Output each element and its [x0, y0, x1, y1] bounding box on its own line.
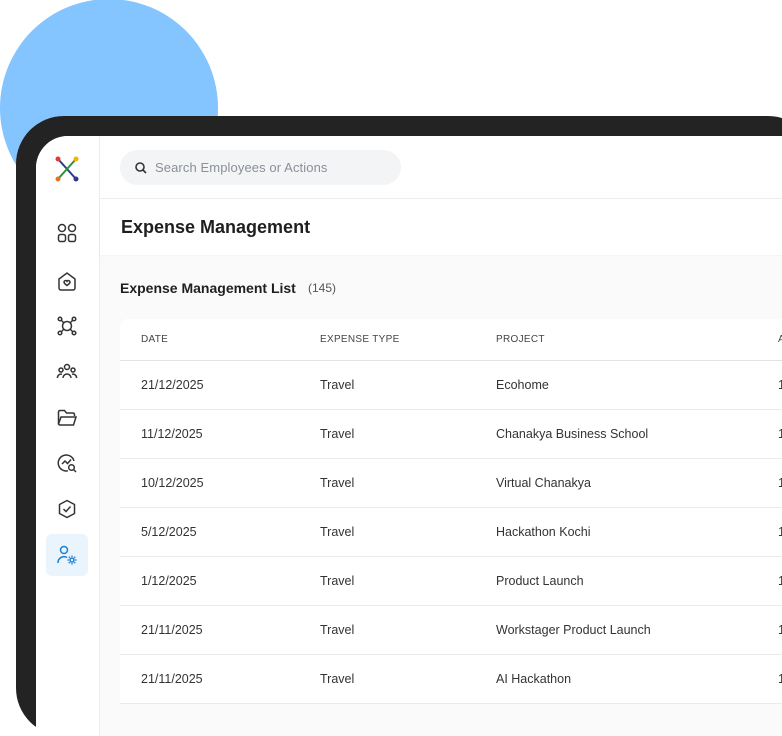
- cell-expense-type: Travel: [320, 623, 355, 637]
- cell-expense-type: Travel: [320, 378, 355, 392]
- home-heart-icon: [58, 272, 76, 291]
- cell-date: 11/12/2025: [141, 427, 203, 441]
- list-count: (145): [308, 281, 337, 295]
- search-icon: [135, 162, 147, 174]
- cell-project: Product Launch: [496, 574, 584, 588]
- main-content: Expense Management List (145) DATE EXPEN…: [100, 256, 782, 736]
- table-row[interactable]: 1/12/2025 Travel Product Launch 1: [120, 557, 782, 606]
- cell-expense-type: Travel: [320, 672, 355, 686]
- cell-expense-type: Travel: [320, 476, 355, 490]
- table-row[interactable]: 21/11/2025 Travel Workstager Product Lau…: [120, 606, 782, 655]
- topbar: Search Employees or Actions: [100, 136, 782, 199]
- cell-project: AI Hackathon: [496, 672, 572, 686]
- cell-amount: 1: [778, 378, 782, 392]
- sidebar-item-analytics[interactable]: [46, 442, 88, 484]
- page-title: Expense Management: [121, 217, 311, 237]
- table-row[interactable]: 21/11/2025 Travel AI Hackathon 1: [120, 655, 782, 704]
- app-screen: Search Employees or Actions Expense Mana…: [36, 136, 782, 736]
- cell-date: 10/12/2025: [141, 476, 204, 490]
- cell-expense-type: Travel: [320, 525, 355, 539]
- sidebar-item-approvals[interactable]: [46, 488, 88, 530]
- cell-date: 5/12/2025: [141, 525, 197, 539]
- user-settings-icon: [57, 545, 77, 565]
- sidebar-item-network[interactable]: [46, 305, 88, 347]
- search-input[interactable]: Search Employees or Actions: [120, 150, 401, 185]
- search-placeholder: Search Employees or Actions: [155, 160, 328, 175]
- sidebar-item-wellbeing[interactable]: [46, 260, 88, 302]
- cell-project: Chanakya Business School: [496, 427, 649, 441]
- sidebar-item-team[interactable]: [46, 351, 88, 393]
- column-header-amount[interactable]: A: [778, 334, 782, 345]
- cell-date: 1/12/2025: [141, 574, 197, 588]
- sidebar-item-user-settings[interactable]: [46, 534, 88, 576]
- column-header-date[interactable]: DATE: [141, 334, 168, 345]
- table-row[interactable]: 11/12/2025 Travel Chanakya Business Scho…: [120, 410, 782, 459]
- table-row[interactable]: 21/12/2025 Travel Ecohome 1: [120, 361, 782, 410]
- cell-amount: 1: [778, 427, 782, 441]
- sidebar-item-dashboard[interactable]: [46, 212, 88, 254]
- page-header: Expense Management: [100, 199, 782, 255]
- cell-expense-type: Travel: [320, 427, 355, 441]
- table-header: DATE EXPENSE TYPE PROJECT A: [120, 319, 782, 361]
- cell-expense-type: Travel: [320, 574, 355, 588]
- cell-amount: 1: [778, 574, 782, 588]
- network-icon: [57, 316, 77, 336]
- cell-project: Hackathon Kochi: [496, 525, 591, 539]
- table-row[interactable]: 10/12/2025 Travel Virtual Chanakya 1: [120, 459, 782, 508]
- analytics-icon: [57, 454, 77, 473]
- column-header-project[interactable]: PROJECT: [496, 334, 545, 345]
- app-logo[interactable]: [55, 156, 79, 182]
- cell-project: Virtual Chanakya: [496, 476, 591, 490]
- sidebar: [36, 136, 100, 736]
- expense-table: DATE EXPENSE TYPE PROJECT A 21/12/2025 T…: [120, 319, 782, 704]
- list-title: Expense Management List: [120, 280, 296, 296]
- cell-amount: 1: [778, 672, 782, 686]
- team-icon: [56, 363, 78, 379]
- cell-amount: 1: [778, 525, 782, 539]
- sidebar-item-files[interactable]: [46, 397, 88, 439]
- column-header-expense-type[interactable]: EXPENSE TYPE: [320, 334, 400, 345]
- cell-date: 21/11/2025: [141, 672, 203, 686]
- cell-date: 21/12/2025: [141, 378, 204, 392]
- cell-amount: 1: [778, 623, 782, 637]
- table-row[interactable]: 5/12/2025 Travel Hackathon Kochi 1: [120, 508, 782, 557]
- cell-date: 21/11/2025: [141, 623, 203, 637]
- cell-amount: 1: [778, 476, 782, 490]
- cell-project: Ecohome: [496, 378, 549, 392]
- grid-icon: [57, 223, 77, 243]
- cell-project: Workstager Product Launch: [496, 623, 651, 637]
- folder-icon: [57, 409, 78, 426]
- check-badge-icon: [58, 499, 76, 519]
